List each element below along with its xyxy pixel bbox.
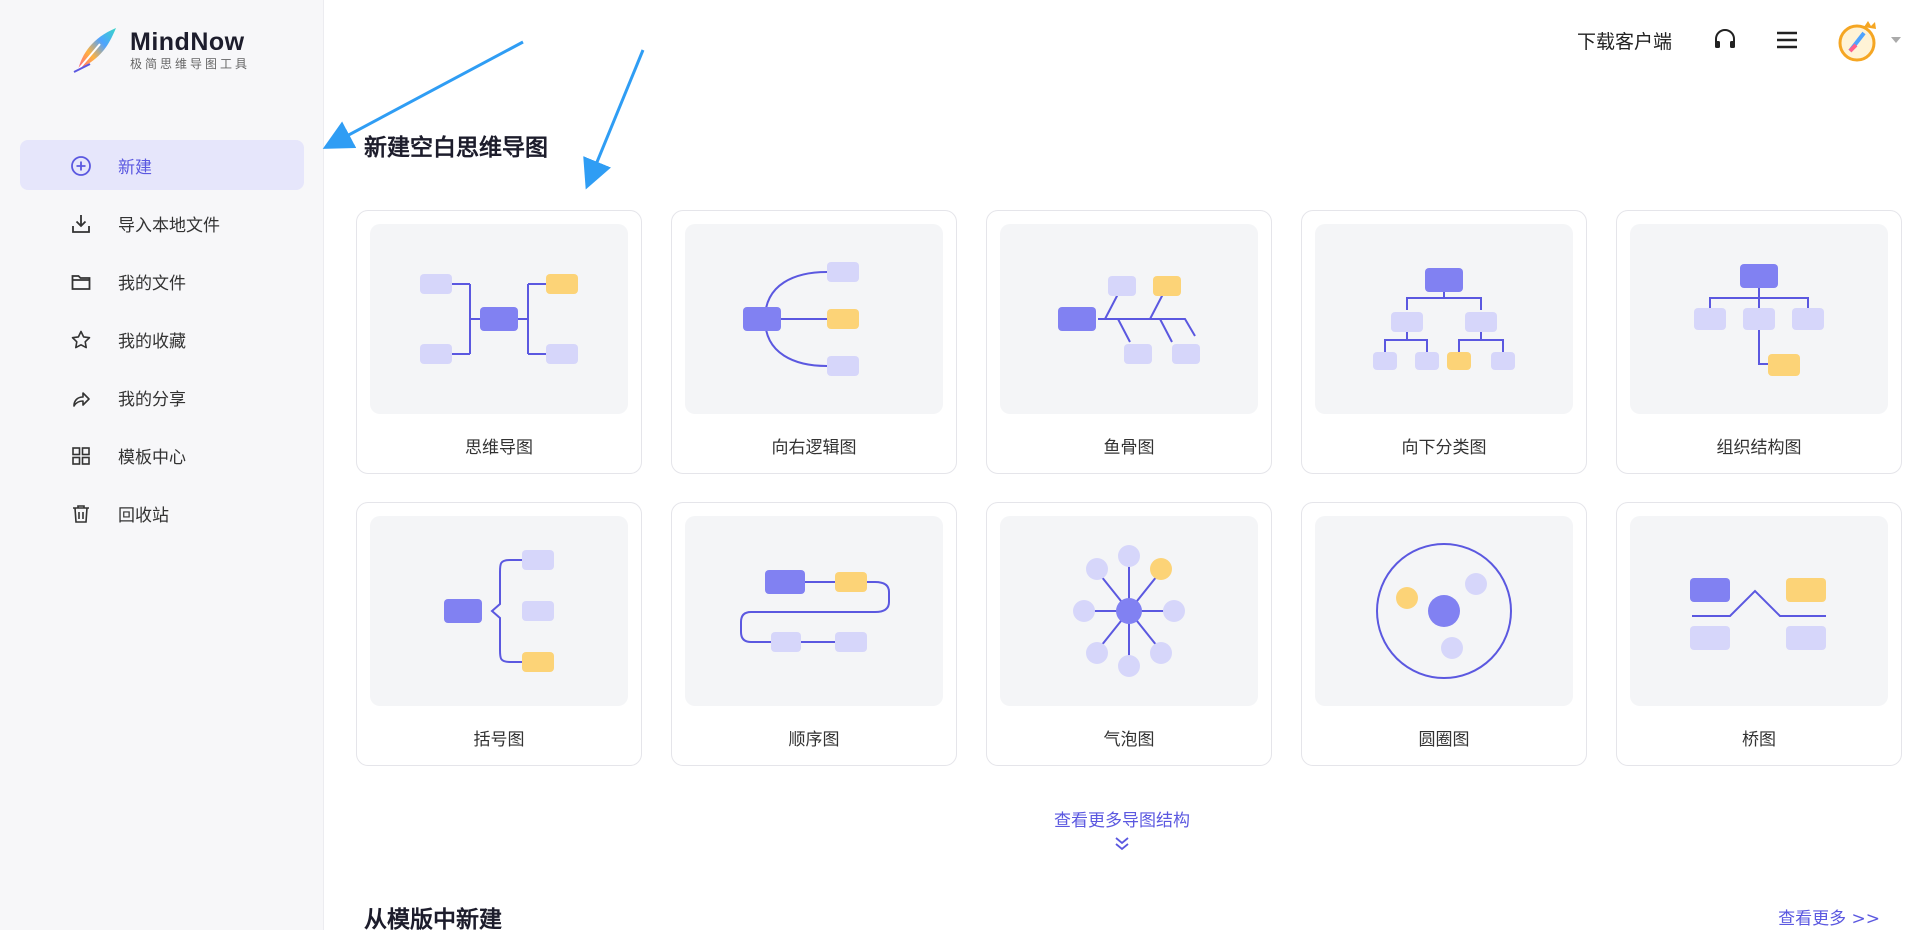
- down-tree-icon: [1373, 268, 1515, 370]
- chevron-down-icon[interactable]: [1890, 34, 1902, 46]
- import-icon: [72, 215, 90, 233]
- sidebar-item-label: 我的文件: [118, 273, 186, 294]
- bridge-icon: [1690, 578, 1826, 650]
- feather-logo-icon: [73, 28, 116, 73]
- sidebar-nav: 新建 导入本地文件 我的文件 我的收藏 我的分享 模板中心 回收站: [20, 140, 304, 546]
- app-name: MindNow: [130, 28, 245, 56]
- card-bridge[interactable]: 桥图: [1616, 502, 1902, 766]
- card-org-chart[interactable]: 组织结构图: [1616, 210, 1902, 474]
- avatar[interactable]: [1836, 17, 1882, 63]
- sidebar-item-trash[interactable]: 回收站: [20, 488, 304, 538]
- sidebar-item-label: 新建: [118, 157, 152, 178]
- card-fishbone[interactable]: 鱼骨图: [986, 210, 1272, 474]
- card-mind-map[interactable]: 思维导图: [356, 210, 642, 474]
- double-chevron-down-icon: [1115, 837, 1129, 851]
- sidebar-item-new[interactable]: 新建: [20, 140, 304, 190]
- right-logic-icon: [743, 262, 859, 376]
- trash-icon: [73, 505, 89, 523]
- card-label: 向右逻辑图: [771, 438, 857, 458]
- sidebar: MindNow 极简思维导图工具 新建 导入本地文件 我的文件 我的收藏 我的分…: [0, 0, 324, 930]
- card-label: 鱼骨图: [1103, 438, 1155, 458]
- card-label: 向下分类图: [1401, 438, 1487, 458]
- bubble-icon: [1073, 545, 1185, 677]
- more-structures-link[interactable]: 查看更多导图结构: [324, 806, 1920, 853]
- card-label: 组织结构图: [1716, 438, 1802, 458]
- card-sequence[interactable]: 顺序图: [671, 502, 957, 766]
- app-logo[interactable]: MindNow 极简思维导图工具: [70, 24, 250, 76]
- headset-icon[interactable]: [1712, 27, 1738, 53]
- app-tagline: 极简思维导图工具: [130, 57, 251, 71]
- template-section-title: 从模版中新建: [364, 907, 502, 933]
- sidebar-item-label: 我的收藏: [118, 331, 186, 352]
- bracket-icon: [444, 550, 554, 672]
- star-icon: [71, 330, 91, 349]
- card-down-tree[interactable]: 向下分类图: [1301, 210, 1587, 474]
- card-label: 圆圈图: [1418, 730, 1470, 750]
- sequence-icon: [740, 570, 890, 652]
- card-right-logic[interactable]: 向右逻辑图: [671, 210, 957, 474]
- view-more-templates-link[interactable]: 查看更多 >>: [1778, 904, 1880, 929]
- sidebar-item-label: 模板中心: [118, 447, 186, 468]
- card-label: 括号图: [473, 730, 525, 750]
- circle-icon: [1376, 543, 1512, 679]
- sidebar-item-my-files[interactable]: 我的文件: [20, 256, 304, 306]
- org-chart-icon: [1694, 264, 1824, 376]
- folder-icon: [71, 275, 91, 290]
- more-structures-label: 查看更多导图结构: [1054, 811, 1190, 831]
- top-bar: 下载客户端: [1577, 18, 1902, 62]
- mind-map-icon: [420, 274, 578, 364]
- main-content: 下载客户端 新建空白思维导图 思维导图 向右逻辑图 鱼骨图 向下分类图 组织结构…: [324, 0, 1920, 933]
- card-label: 气泡图: [1103, 730, 1155, 750]
- card-label: 桥图: [1742, 730, 1776, 750]
- card-label: 顺序图: [788, 730, 840, 750]
- card-bubble[interactable]: 气泡图: [986, 502, 1272, 766]
- sidebar-item-import[interactable]: 导入本地文件: [20, 198, 304, 248]
- menu-icon[interactable]: [1774, 27, 1800, 53]
- sidebar-item-label: 我的分享: [118, 389, 186, 410]
- download-client-link[interactable]: 下载客户端: [1577, 27, 1672, 54]
- plus-circle-icon: [71, 156, 91, 176]
- card-circle[interactable]: 圆圈图: [1301, 502, 1587, 766]
- sidebar-item-favorites[interactable]: 我的收藏: [20, 314, 304, 364]
- sidebar-item-label: 导入本地文件: [118, 215, 220, 236]
- fishbone-icon: [1058, 276, 1200, 364]
- card-bracket[interactable]: 括号图: [356, 502, 642, 766]
- grid-icon: [72, 447, 90, 465]
- sidebar-item-label: 回收站: [118, 505, 169, 526]
- share-icon: [73, 392, 90, 407]
- sidebar-item-templates[interactable]: 模板中心: [20, 430, 304, 480]
- card-label: 思维导图: [465, 438, 533, 458]
- sidebar-item-shares[interactable]: 我的分享: [20, 372, 304, 422]
- blank-section-title: 新建空白思维导图: [364, 135, 548, 161]
